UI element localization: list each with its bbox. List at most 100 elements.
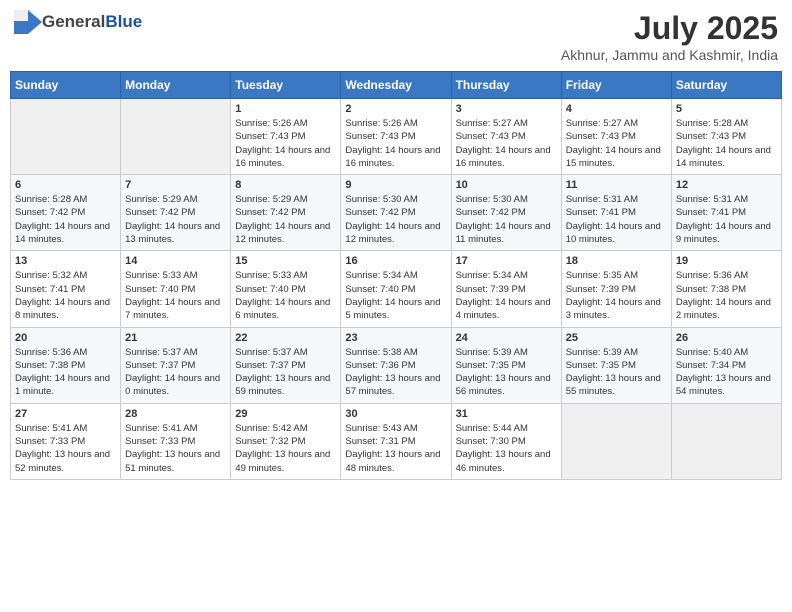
day-number: 7 (125, 179, 226, 191)
day-info: Sunrise: 5:28 AM Sunset: 7:42 PM Dayligh… (15, 193, 116, 246)
calendar-cell: 11 Sunrise: 5:31 AM Sunset: 7:41 PM Dayli… (561, 175, 671, 251)
day-info: Sunrise: 5:36 AM Sunset: 7:38 PM Dayligh… (676, 269, 777, 322)
calendar-week-row: 27Sunrise: 5:41 AM Sunset: 7:33 PM Dayli… (11, 403, 782, 479)
day-info: Sunrise: 5:32 AM Sunset: 7:41 PM Dayligh… (15, 269, 116, 322)
calendar-cell: 8 Sunrise: 5:29 AM Sunset: 7:42 PM Daylig… (231, 175, 341, 251)
day-number: 25 (566, 332, 667, 344)
logo-general-text: General (42, 12, 105, 32)
calendar-cell: 6 Sunrise: 5:28 AM Sunset: 7:42 PM Daylig… (11, 175, 121, 251)
calendar-cell: 3 Sunrise: 5:27 AM Sunset: 7:43 PM Daylig… (451, 99, 561, 175)
calendar-cell: 29Sunrise: 5:42 AM Sunset: 7:32 PM Dayli… (231, 403, 341, 479)
day-info: Sunrise: 5:31 AM Sunset: 7:41 PM Dayligh… (566, 193, 667, 246)
day-info: Sunrise: 5:28 AM Sunset: 7:43 PM Dayligh… (676, 117, 777, 170)
day-number: 10 (456, 179, 557, 191)
title-section: July 2025 Akhnur, Jammu and Kashmir, Ind… (561, 10, 778, 63)
day-number: 24 (456, 332, 557, 344)
calendar-cell (121, 99, 231, 175)
day-info: Sunrise: 5:42 AM Sunset: 7:32 PM Dayligh… (235, 422, 336, 475)
weekday-header-wednesday: Wednesday (341, 72, 451, 99)
calendar-cell: 15 Sunrise: 5:33 AM Sunset: 7:40 PM Dayli… (231, 251, 341, 327)
day-number: 12 (676, 179, 777, 191)
day-info: Sunrise: 5:38 AM Sunset: 7:36 PM Dayligh… (345, 346, 446, 399)
logo-icon (14, 10, 42, 34)
day-number: 11 (566, 179, 667, 191)
day-info: Sunrise: 5:33 AM Sunset: 7:40 PM Dayligh… (235, 269, 336, 322)
day-info: Sunrise: 5:39 AM Sunset: 7:35 PM Dayligh… (566, 346, 667, 399)
page-header: GeneralBlue July 2025 Akhnur, Jammu and … (10, 10, 782, 63)
weekday-header-saturday: Saturday (671, 72, 781, 99)
day-number: 4 (566, 103, 667, 115)
day-info: Sunrise: 5:27 AM Sunset: 7:43 PM Dayligh… (456, 117, 557, 170)
day-info: Sunrise: 5:35 AM Sunset: 7:39 PM Dayligh… (566, 269, 667, 322)
day-info: Sunrise: 5:30 AM Sunset: 7:42 PM Dayligh… (345, 193, 446, 246)
calendar-cell: 2 Sunrise: 5:26 AM Sunset: 7:43 PM Daylig… (341, 99, 451, 175)
calendar-cell: 1 Sunrise: 5:26 AM Sunset: 7:43 PM Daylig… (231, 99, 341, 175)
day-info: Sunrise: 5:43 AM Sunset: 7:31 PM Dayligh… (345, 422, 446, 475)
calendar-cell: 17 Sunrise: 5:34 AM Sunset: 7:39 PM Dayli… (451, 251, 561, 327)
day-number: 27 (15, 408, 116, 420)
day-number: 6 (15, 179, 116, 191)
calendar-week-row: 20 Sunrise: 5:36 AM Sunset: 7:38 PM Dayli… (11, 327, 782, 403)
day-number: 30 (345, 408, 446, 420)
day-info: Sunrise: 5:30 AM Sunset: 7:42 PM Dayligh… (456, 193, 557, 246)
day-info: Sunrise: 5:37 AM Sunset: 7:37 PM Dayligh… (125, 346, 226, 399)
calendar-cell: 23 Sunrise: 5:38 AM Sunset: 7:36 PM Dayli… (341, 327, 451, 403)
weekday-header-thursday: Thursday (451, 72, 561, 99)
calendar-week-row: 1 Sunrise: 5:26 AM Sunset: 7:43 PM Daylig… (11, 99, 782, 175)
calendar-cell (11, 99, 121, 175)
day-number: 8 (235, 179, 336, 191)
calendar-cell (561, 403, 671, 479)
calendar-cell: 10 Sunrise: 5:30 AM Sunset: 7:42 PM Dayli… (451, 175, 561, 251)
calendar-cell: 4 Sunrise: 5:27 AM Sunset: 7:43 PM Daylig… (561, 99, 671, 175)
day-number: 22 (235, 332, 336, 344)
logo-blue-text: Blue (105, 12, 142, 32)
day-info: Sunrise: 5:26 AM Sunset: 7:43 PM Dayligh… (345, 117, 446, 170)
calendar-cell: 20 Sunrise: 5:36 AM Sunset: 7:38 PM Dayli… (11, 327, 121, 403)
weekday-header-sunday: Sunday (11, 72, 121, 99)
day-number: 5 (676, 103, 777, 115)
day-info: Sunrise: 5:34 AM Sunset: 7:39 PM Dayligh… (456, 269, 557, 322)
calendar-cell (671, 403, 781, 479)
day-info: Sunrise: 5:27 AM Sunset: 7:43 PM Dayligh… (566, 117, 667, 170)
day-number: 9 (345, 179, 446, 191)
calendar-cell: 12Sunrise: 5:31 AM Sunset: 7:41 PM Dayli… (671, 175, 781, 251)
calendar-cell: 7Sunrise: 5:29 AM Sunset: 7:42 PM Daylig… (121, 175, 231, 251)
day-number: 3 (456, 103, 557, 115)
day-number: 31 (456, 408, 557, 420)
calendar-cell: 22 Sunrise: 5:37 AM Sunset: 7:37 PM Dayli… (231, 327, 341, 403)
calendar-cell: 9 Sunrise: 5:30 AM Sunset: 7:42 PM Daylig… (341, 175, 451, 251)
calendar-week-row: 6 Sunrise: 5:28 AM Sunset: 7:42 PM Daylig… (11, 175, 782, 251)
weekday-header-friday: Friday (561, 72, 671, 99)
month-year-title: July 2025 (561, 10, 778, 47)
day-info: Sunrise: 5:29 AM Sunset: 7:42 PM Dayligh… (235, 193, 336, 246)
day-info: Sunrise: 5:37 AM Sunset: 7:37 PM Dayligh… (235, 346, 336, 399)
weekday-header-tuesday: Tuesday (231, 72, 341, 99)
day-info: Sunrise: 5:26 AM Sunset: 7:43 PM Dayligh… (235, 117, 336, 170)
day-number: 16 (345, 255, 446, 267)
calendar-cell: 19 Sunrise: 5:36 AM Sunset: 7:38 PM Dayli… (671, 251, 781, 327)
day-number: 14 (125, 255, 226, 267)
day-number: 23 (345, 332, 446, 344)
calendar-table: SundayMondayTuesdayWednesdayThursdayFrid… (10, 71, 782, 480)
day-info: Sunrise: 5:44 AM Sunset: 7:30 PM Dayligh… (456, 422, 557, 475)
day-number: 15 (235, 255, 336, 267)
day-info: Sunrise: 5:40 AM Sunset: 7:34 PM Dayligh… (676, 346, 777, 399)
calendar-cell: 27Sunrise: 5:41 AM Sunset: 7:33 PM Dayli… (11, 403, 121, 479)
day-number: 1 (235, 103, 336, 115)
day-number: 19 (676, 255, 777, 267)
day-number: 17 (456, 255, 557, 267)
day-info: Sunrise: 5:36 AM Sunset: 7:38 PM Dayligh… (15, 346, 116, 399)
day-number: 2 (345, 103, 446, 115)
calendar-cell: 16Sunrise: 5:34 AM Sunset: 7:40 PM Dayli… (341, 251, 451, 327)
day-number: 13 (15, 255, 116, 267)
calendar-cell: 30 Sunrise: 5:43 AM Sunset: 7:31 PM Dayli… (341, 403, 451, 479)
logo: GeneralBlue (14, 10, 142, 34)
calendar-cell: 24Sunrise: 5:39 AM Sunset: 7:35 PM Dayli… (451, 327, 561, 403)
calendar-cell: 25 Sunrise: 5:39 AM Sunset: 7:35 PM Dayli… (561, 327, 671, 403)
day-number: 21 (125, 332, 226, 344)
location-text: Akhnur, Jammu and Kashmir, India (561, 47, 778, 63)
calendar-cell: 31 Sunrise: 5:44 AM Sunset: 7:30 PM Dayli… (451, 403, 561, 479)
calendar-cell: 13 Sunrise: 5:32 AM Sunset: 7:41 PM Dayli… (11, 251, 121, 327)
calendar-cell: 18Sunrise: 5:35 AM Sunset: 7:39 PM Dayli… (561, 251, 671, 327)
day-number: 20 (15, 332, 116, 344)
